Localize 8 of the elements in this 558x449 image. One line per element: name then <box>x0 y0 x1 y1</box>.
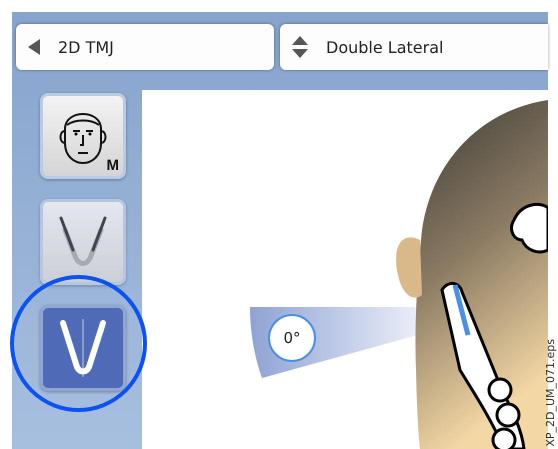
view-dropdown[interactable]: Double Lateral <box>280 24 548 70</box>
mode-button[interactable] <box>40 305 126 391</box>
mode-label: M <box>106 157 119 174</box>
up-down-arrow-icon <box>292 36 308 58</box>
left-arrow-icon <box>28 39 40 55</box>
figure-label: XP_2D_UM_071.eps <box>544 339 557 447</box>
program-dropdown[interactable]: 2D TMJ <box>16 24 274 70</box>
mode-button[interactable]: M <box>40 93 126 179</box>
